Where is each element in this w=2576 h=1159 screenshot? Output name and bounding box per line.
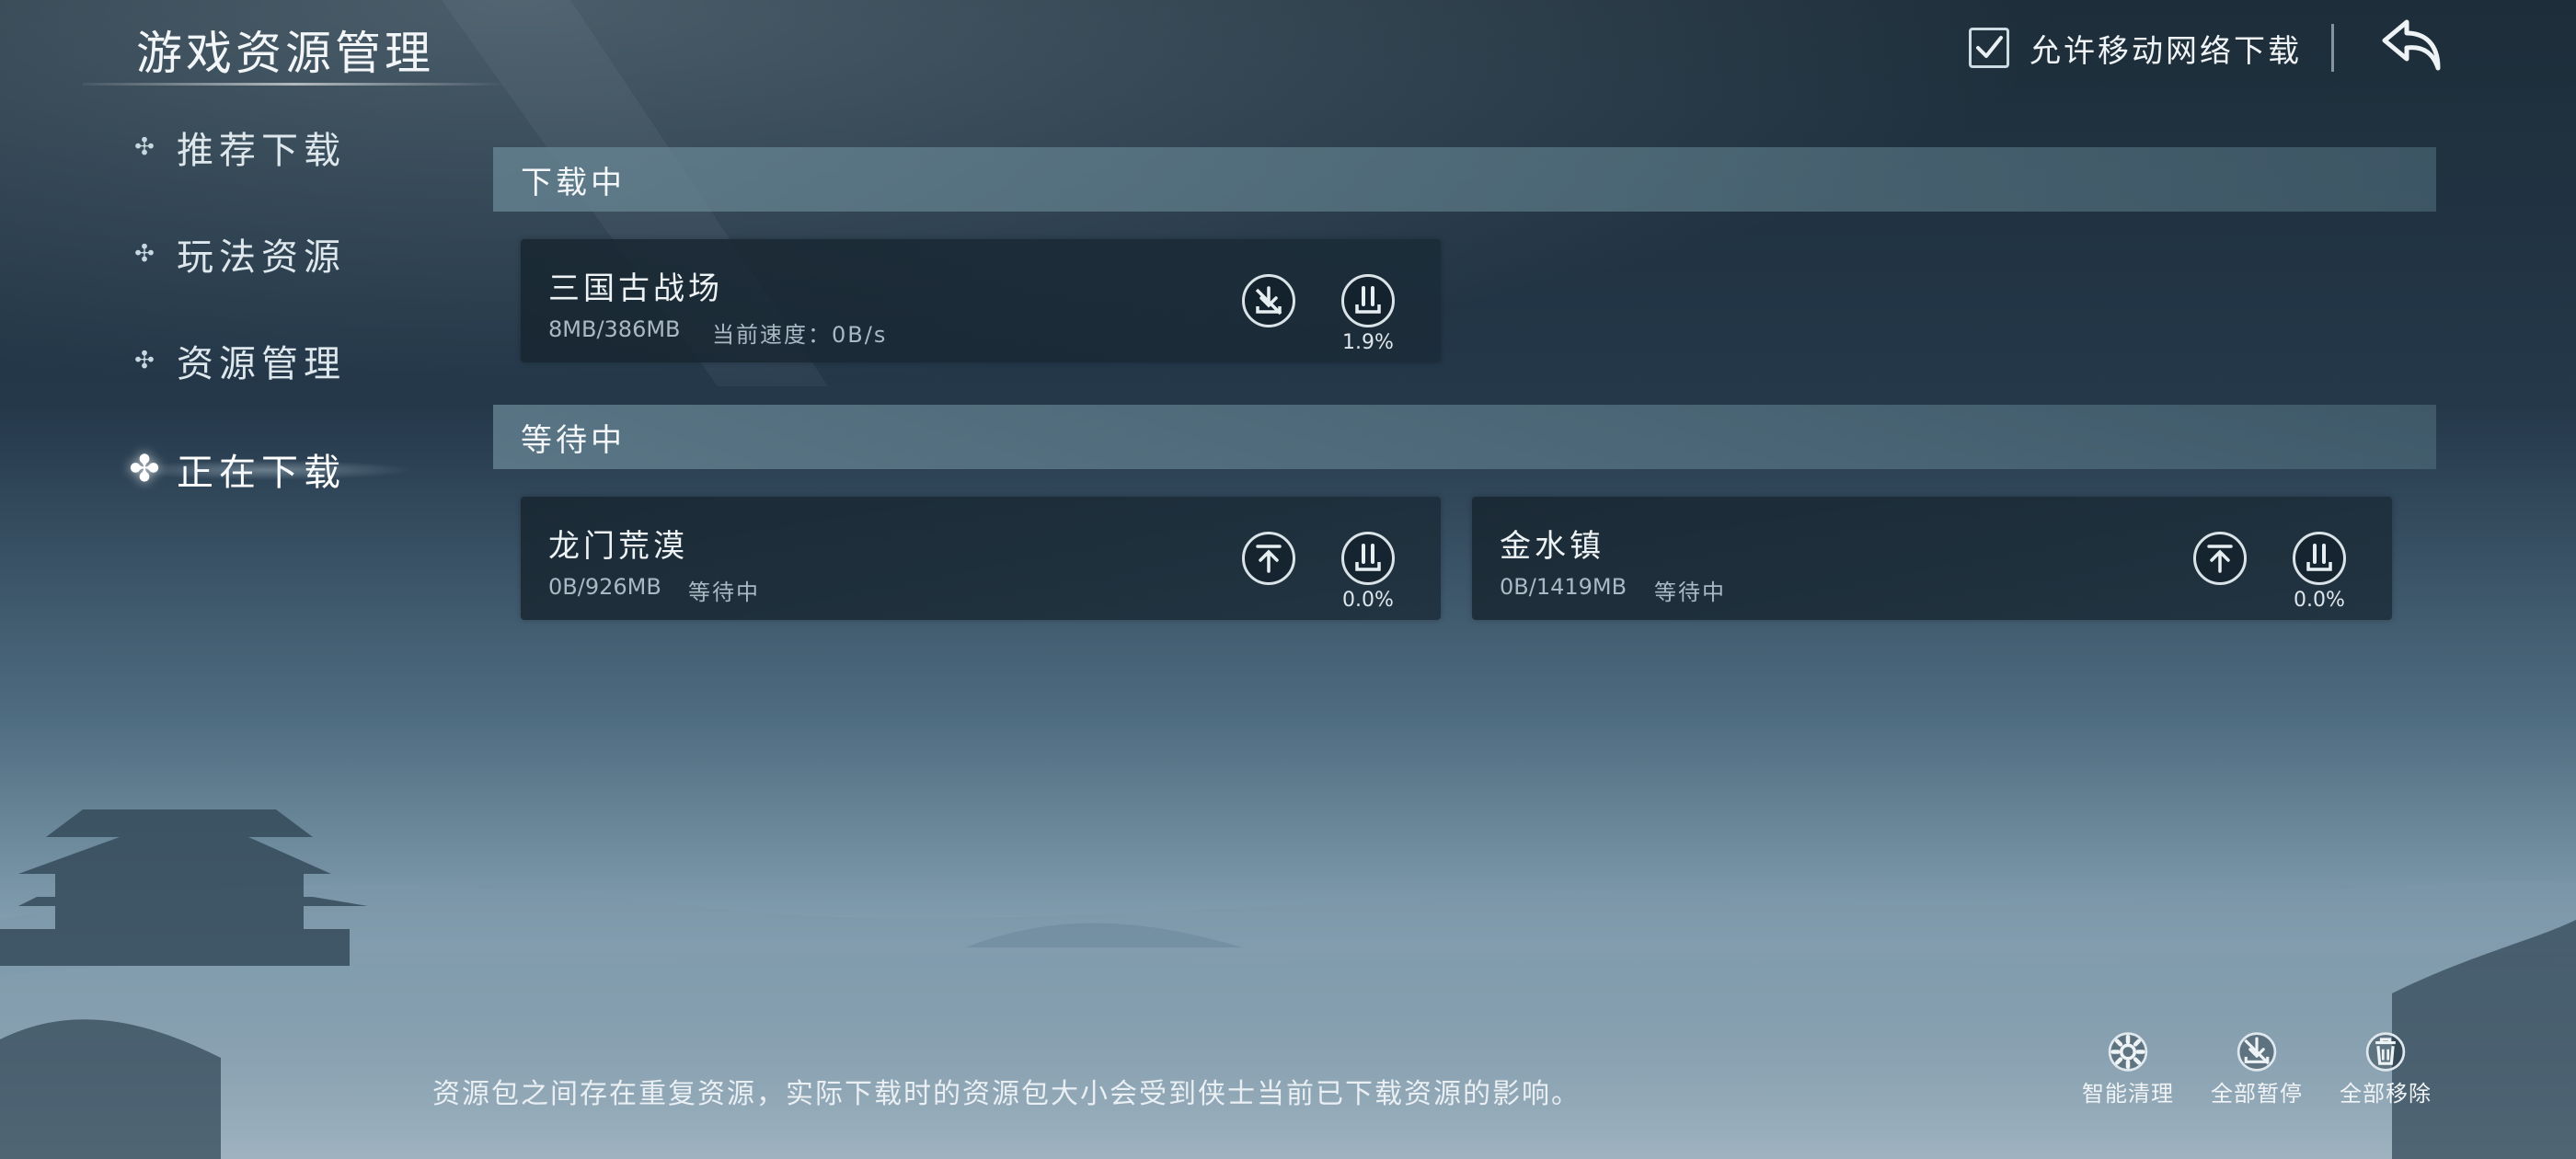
footer-note: 资源包之间存在重复资源，实际下载时的资源包大小会受到侠士当前已下载资源的影响。 bbox=[432, 1078, 1581, 1110]
download-progress-percent: 0.0% bbox=[2294, 589, 2345, 612]
mobile-download-checkbox[interactable] bbox=[1969, 28, 2009, 68]
footer-button-label: 全部暂停 bbox=[2211, 1081, 2303, 1107]
pause-button[interactable] bbox=[1341, 532, 1395, 585]
trash-icon bbox=[2365, 1032, 2406, 1072]
sidebar-item-gameplay-resources[interactable]: ✣ 玩法资源 bbox=[129, 217, 442, 291]
pause-all-icon bbox=[2237, 1032, 2277, 1072]
sidebar-item-resource-management[interactable]: ✣ 资源管理 bbox=[129, 324, 442, 397]
remove-all-button[interactable]: 全部移除 bbox=[2326, 1030, 2445, 1107]
package-name: 三国古战场 bbox=[548, 270, 723, 307]
back-arrow-icon bbox=[2382, 19, 2441, 71]
pause-button[interactable] bbox=[2293, 532, 2346, 585]
header-divider bbox=[2331, 24, 2334, 72]
move-to-top-icon bbox=[1256, 545, 1282, 573]
waiting-card: 金水镇 0B/1419MB 等待中 0.0% bbox=[1472, 497, 2392, 620]
sparkle-icon: ✣ bbox=[134, 133, 155, 161]
pause-all-button[interactable]: 全部暂停 bbox=[2197, 1030, 2317, 1107]
sparkle-icon: ✣ bbox=[134, 240, 155, 268]
pause-icon bbox=[1355, 286, 1381, 314]
downloading-section-header: 下载中 bbox=[493, 147, 2436, 212]
mobile-download-toggle[interactable]: 允许移动网络下载 bbox=[1969, 24, 2302, 72]
section-title: 下载中 bbox=[521, 164, 626, 201]
footer-button-label: 智能清理 bbox=[2082, 1081, 2174, 1107]
pause-button[interactable] bbox=[1341, 274, 1395, 327]
sidebar-item-label: 正在下载 bbox=[177, 452, 346, 494]
sparkle-icon: ✣ bbox=[134, 347, 155, 374]
package-size: 0B/1419MB bbox=[1500, 574, 1627, 600]
back-button[interactable] bbox=[2379, 17, 2444, 75]
cancel-download-icon bbox=[1255, 286, 1282, 316]
sidebar-item-label: 资源管理 bbox=[177, 343, 346, 385]
pause-icon bbox=[2306, 544, 2332, 571]
resource-manager-screen: 游戏资源管理 允许移动网络下载 ✣ 推荐下载 ✣ 玩法资源 ✣ 资源管理 ✤ 正… bbox=[0, 0, 2576, 1159]
package-status: 等待中 bbox=[1654, 580, 1726, 605]
package-size: 0B/926MB bbox=[548, 574, 661, 600]
pause-icon bbox=[1355, 544, 1381, 571]
move-to-top-button[interactable] bbox=[2193, 532, 2247, 585]
smart-cleanup-button[interactable]: 智能清理 bbox=[2068, 1030, 2188, 1107]
sidebar-item-label: 推荐下载 bbox=[177, 130, 346, 172]
move-to-top-button[interactable] bbox=[1242, 532, 1295, 585]
download-speed: 当前速度：0B/s bbox=[712, 322, 888, 348]
package-name: 金水镇 bbox=[1500, 528, 1604, 565]
gear-icon bbox=[2108, 1032, 2148, 1072]
package-size: 8MB/386MB bbox=[548, 316, 681, 342]
waiting-section-header: 等待中 bbox=[493, 405, 2436, 469]
package-name: 龙门荒漠 bbox=[548, 528, 688, 565]
sidebar-item-recommended[interactable]: ✣ 推荐下载 bbox=[129, 110, 442, 184]
download-progress-percent: 0.0% bbox=[1342, 589, 1394, 612]
package-status: 等待中 bbox=[688, 580, 760, 605]
waiting-card: 龙门荒漠 0B/926MB 等待中 0.0% bbox=[521, 497, 1441, 620]
sidebar-item-label: 玩法资源 bbox=[177, 236, 346, 279]
download-card: 三国古战场 8MB/386MB 当前速度：0B/s 1.9% bbox=[521, 239, 1441, 362]
flower-icon: ✤ bbox=[129, 448, 160, 490]
move-to-top-icon bbox=[2207, 545, 2233, 573]
checkmark-icon bbox=[1976, 36, 2003, 58]
footer-button-label: 全部移除 bbox=[2340, 1081, 2432, 1107]
download-progress-percent: 1.9% bbox=[1342, 331, 1394, 354]
title-underline bbox=[83, 83, 506, 86]
cancel-download-button[interactable] bbox=[1242, 274, 1295, 327]
section-title: 等待中 bbox=[521, 421, 626, 459]
page-title: 游戏资源管理 bbox=[136, 27, 434, 80]
sidebar-item-downloading[interactable]: ✤ 正在下载 bbox=[120, 432, 442, 506]
mobile-download-label: 允许移动网络下载 bbox=[2030, 32, 2302, 70]
